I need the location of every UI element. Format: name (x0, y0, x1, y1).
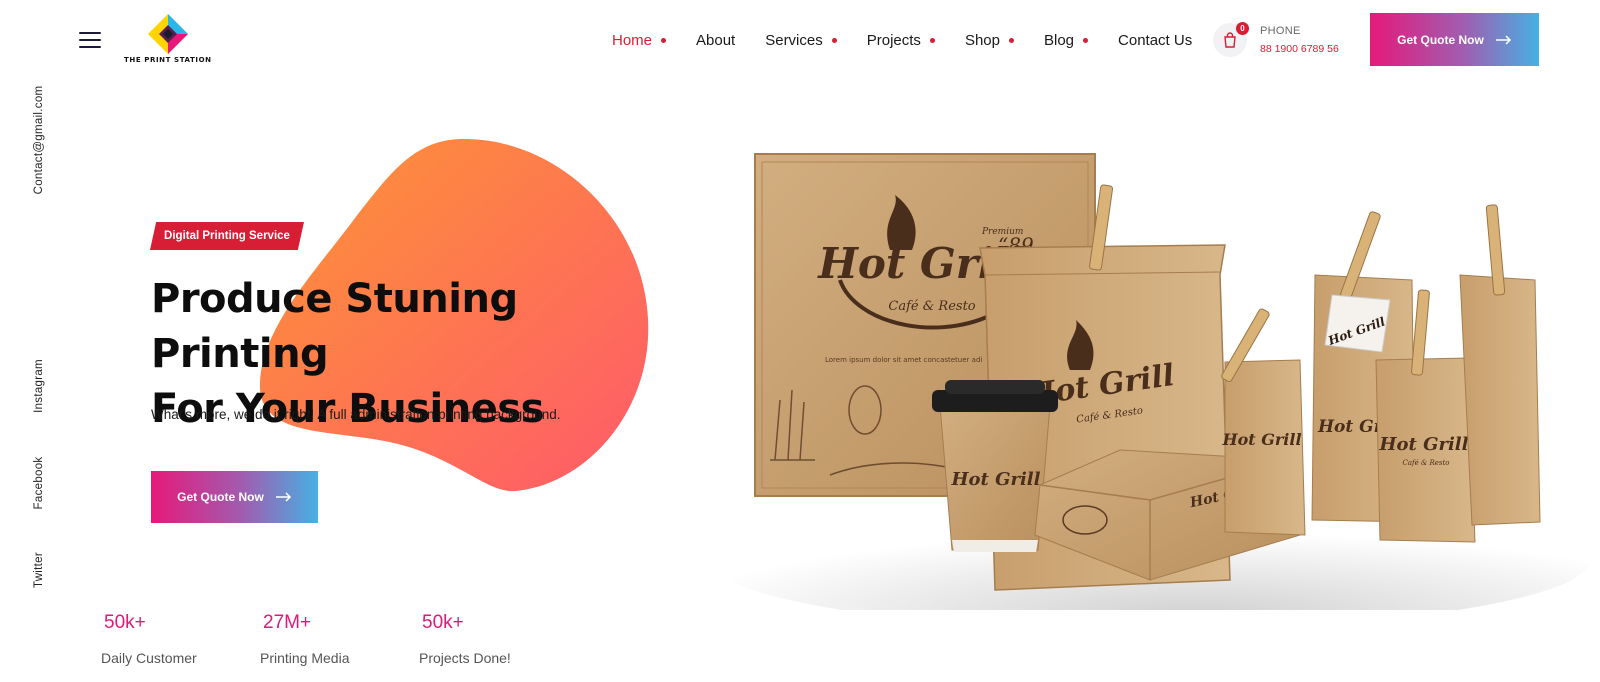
nav-item-shop[interactable]: Shop (965, 32, 1014, 49)
menu-icon[interactable] (79, 32, 101, 48)
nav-item-label: Shop (964, 31, 1000, 49)
nav-item-label: About (696, 31, 736, 49)
stat-label-projects-done: Projects Done! (419, 650, 511, 666)
nav-item-services[interactable]: Services (765, 32, 837, 49)
sidebar-instagram-link[interactable]: Instagram (33, 359, 45, 413)
sidebar-facebook-link[interactable]: Facebook (33, 457, 45, 510)
get-quote-header-label: Get Quote Now (1397, 32, 1484, 47)
nav-item-about[interactable]: About (696, 32, 735, 49)
stat-label-printing-media: Printing Media (260, 650, 350, 666)
nav-item-label: Home (612, 31, 653, 49)
hero-badge: Digital Printing Service (150, 222, 304, 250)
nav-item-label: Services (765, 31, 823, 49)
svg-text:Hot Grill: Hot Grill (951, 469, 1041, 490)
logo[interactable]: THE PRINT STATION (124, 14, 212, 64)
dropdown-dot-icon (831, 37, 837, 43)
get-quote-hero-button[interactable]: Get Quote Now (151, 471, 318, 523)
stat-value-projects-done: 50k+ (422, 612, 464, 633)
paper-bag-back (1459, 204, 1541, 526)
svg-text:Café & Resto: Café & Resto (1403, 459, 1450, 467)
dropdown-dot-icon (1083, 37, 1089, 43)
dropdown-dot-icon (1008, 37, 1014, 43)
svg-text:Hot Grill: Hot Grill (1379, 434, 1469, 455)
arrow-right-icon (1495, 34, 1511, 45)
hero-title-line1: Produce Stuning Printing (151, 276, 518, 377)
cart-button[interactable]: 0 (1213, 22, 1249, 57)
phone-number[interactable]: 88 1900 6789 56 (1260, 43, 1339, 55)
main-nav: Home About Services Projects Shop Blog Contact… (612, 30, 1222, 50)
nav-item-home[interactable]: Home (612, 31, 667, 49)
logo-mark-icon (148, 14, 188, 54)
stat-label-daily-customer: Daily Customer (101, 650, 197, 666)
svg-text:Lorem ipsum dolor sit amet con: Lorem ipsum dolor sit amet concastetuer … (825, 356, 982, 364)
dropdown-dot-icon (929, 37, 935, 43)
hero-product-image: Hot Grill Café & Resto Premium “89 Lorem… (710, 153, 1590, 610)
nav-item-label: Contact Us (1118, 31, 1193, 49)
nav-item-projects[interactable]: Projects (867, 32, 935, 49)
svg-text:Hot Grill: Hot Grill (1221, 430, 1301, 449)
dropdown-dot-icon (661, 37, 667, 43)
nav-item-contact-us[interactable]: Contact Us (1118, 32, 1192, 49)
shopping-bag-icon (1224, 32, 1236, 48)
nav-item-label: Blog (1043, 31, 1075, 49)
nav-item-blog[interactable]: Blog (1043, 31, 1089, 49)
stat-value-daily-customer: 50k+ (104, 612, 146, 633)
stat-value-printing-media: 27M+ (263, 612, 312, 633)
cart-count-badge: 0 (1236, 22, 1249, 35)
sidebar-twitter-link[interactable]: Twitter (33, 552, 45, 588)
svg-text:Café & Resto: Café & Resto (888, 299, 975, 314)
phone-label: PHONE (1260, 25, 1301, 37)
sidebar-email-link[interactable]: Contact@gmail.com (33, 86, 45, 195)
logo-text: THE PRINT STATION (124, 56, 212, 64)
hero-subtitle: What’s more, we do it right! A full admi… (151, 407, 561, 422)
paper-bag-small-1: Hot Grill (1221, 308, 1306, 536)
nav-item-label: Projects (866, 31, 921, 49)
get-quote-hero-label: Get Quote Now (177, 490, 264, 504)
arrow-right-icon (275, 492, 291, 502)
get-quote-header-button[interactable]: Get Quote Now (1370, 13, 1539, 66)
